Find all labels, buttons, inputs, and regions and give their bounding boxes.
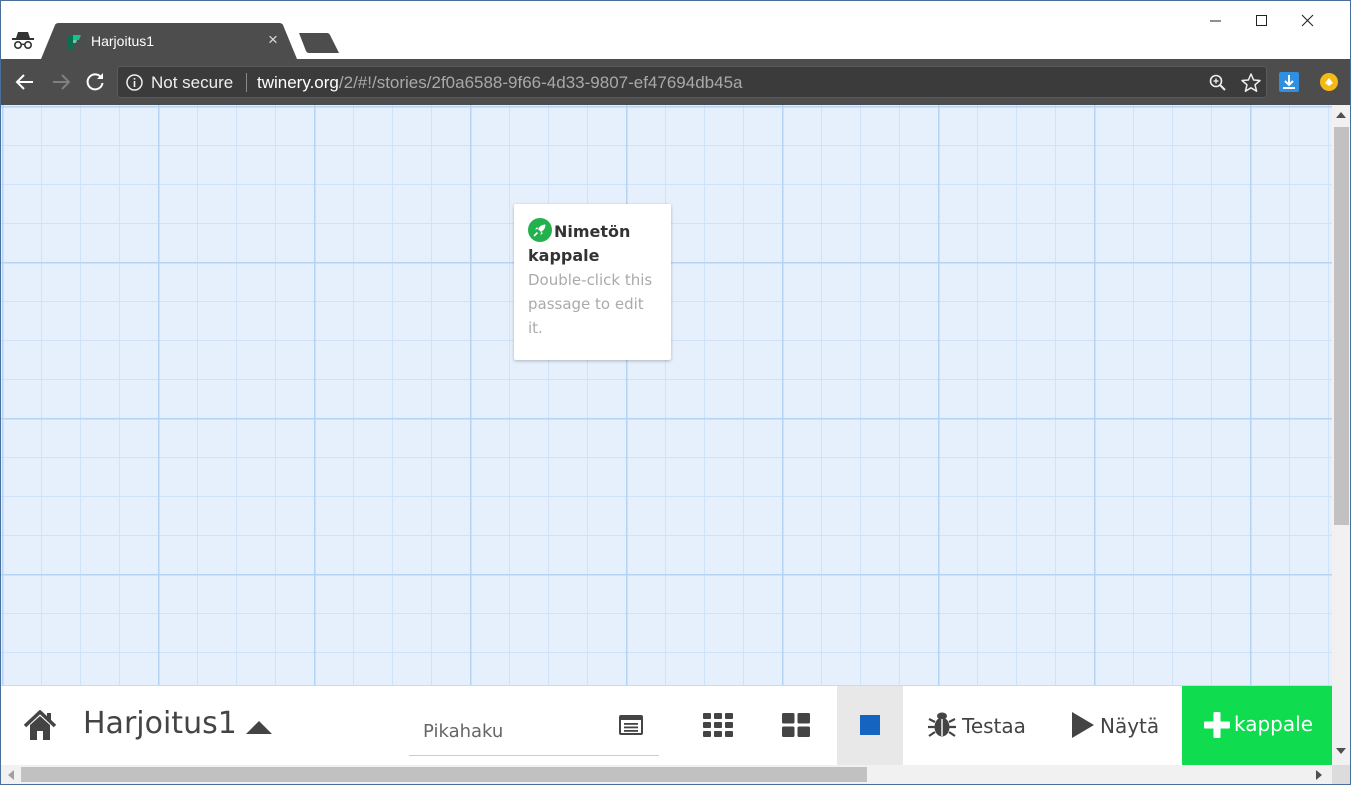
zoom-medium-button[interactable] [765, 686, 827, 765]
vertical-scrollbar[interactable] [1332, 105, 1350, 765]
play-label: Näytä [1100, 714, 1160, 738]
play-button[interactable]: Näytä [1067, 686, 1167, 765]
zoom-icon[interactable] [1208, 73, 1228, 93]
maximize-icon[interactable] [1238, 7, 1284, 35]
title-bar: Harjoitus1 × [1, 1, 1350, 59]
story-name[interactable]: Harjoitus1 [83, 706, 237, 741]
url-host: twinery.org [257, 73, 339, 92]
zoom-small-button[interactable] [687, 686, 751, 765]
scroll-down-arrow-icon[interactable] [1336, 747, 1346, 755]
forward-arrow-icon[interactable] [48, 69, 74, 95]
horizontal-scrollbar[interactable] [1, 765, 1332, 784]
tab-title: Harjoitus1 [91, 33, 155, 49]
incognito-icon [12, 32, 34, 50]
scroll-up-arrow-icon[interactable] [1336, 111, 1346, 119]
add-passage-button[interactable]: kappale [1182, 686, 1332, 765]
address-bar[interactable]: Not secure twinery.org/2/#!/stories/2f0a… [117, 66, 1267, 98]
scroll-right-arrow-icon[interactable] [1315, 770, 1323, 780]
story-map-grid[interactable]: Nimetön kappale Double-click this passag… [1, 105, 1332, 765]
rocket-icon [528, 218, 552, 242]
caret-up-icon[interactable] [245, 718, 273, 736]
scroll-left-arrow-icon[interactable] [7, 770, 15, 780]
passage-title-row: Nimetön kappale [528, 218, 657, 268]
security-status[interactable]: Not secure [151, 73, 233, 93]
address-separator [246, 73, 247, 92]
scrollbar-corner [1332, 765, 1350, 784]
info-icon[interactable] [126, 74, 143, 91]
test-label: Testaa [962, 714, 1026, 738]
new-tab-button[interactable] [297, 31, 343, 55]
extension-coin-icon[interactable] [1319, 72, 1339, 92]
zoom-large-button[interactable] [837, 686, 903, 765]
browser-toolbar: Not secure twinery.org/2/#!/stories/2f0a… [1, 59, 1350, 105]
reload-icon[interactable] [82, 69, 108, 95]
browser-tab[interactable]: Harjoitus1 × [41, 23, 297, 59]
home-icon[interactable] [23, 710, 57, 742]
grid-4-icon [782, 713, 810, 737]
tab-close-icon[interactable]: × [265, 31, 281, 49]
story-toolbar: Harjoitus1 Pikahaku Testaa Näytä kappale [1, 685, 1332, 765]
browser-window: Harjoitus1 × Not secure twinery.org/2/#!… [0, 0, 1351, 785]
bookmark-star-icon[interactable] [1240, 72, 1262, 94]
highlight-passages-icon[interactable] [619, 715, 643, 735]
square-icon [860, 715, 880, 735]
url-path: /2/#!/stories/2f0a6588-9f66-4d33-9807-ef… [338, 73, 743, 92]
passage-card[interactable]: Nimetön kappale Double-click this passag… [514, 204, 671, 360]
horizontal-scroll-thumb[interactable] [21, 767, 867, 782]
play-icon [1072, 712, 1094, 738]
plus-icon [1204, 712, 1230, 738]
add-passage-label: kappale [1234, 712, 1313, 736]
grid-9-icon [703, 713, 733, 737]
back-arrow-icon[interactable] [12, 69, 38, 95]
twine-logo-icon [67, 35, 81, 49]
close-window-icon[interactable] [1284, 7, 1330, 35]
vertical-scroll-thumb[interactable] [1334, 127, 1349, 525]
passage-excerpt: Double-click this passage to edit it. [528, 271, 653, 337]
url-text[interactable]: twinery.org/2/#!/stories/2f0a6588-9f66-4… [257, 73, 742, 93]
minimize-icon[interactable] [1192, 7, 1238, 35]
bug-icon [928, 712, 956, 737]
download-extension-icon[interactable] [1279, 72, 1299, 92]
test-button[interactable]: Testaa [927, 686, 1031, 765]
